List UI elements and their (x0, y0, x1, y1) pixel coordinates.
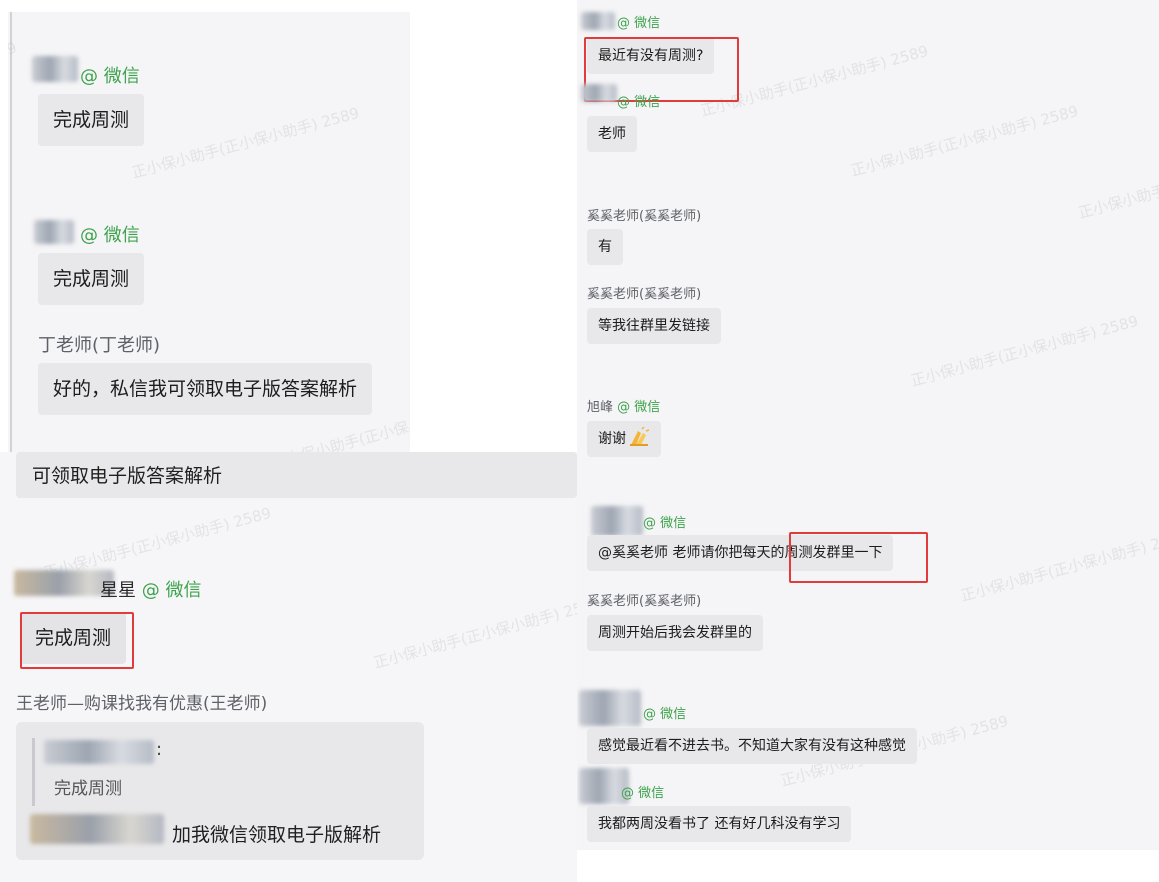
sender-name: @ 微信 (643, 512, 686, 531)
clapping-hands-icon (630, 426, 650, 446)
sender-name: @ 微信 (643, 703, 686, 722)
message-bubble: 感觉最近看不进去书。不知道大家有没有这种感觉 (587, 728, 917, 764)
sender-name: 旭峰 @ 微信 (587, 396, 660, 415)
sender-name: @ 微信 (80, 62, 140, 88)
avatar-redacted (34, 220, 74, 244)
message-text: 谢谢 (598, 431, 626, 447)
quote-rail (10, 12, 12, 452)
wechat-tag: @ 微信 (80, 225, 140, 246)
avatar-redacted (30, 814, 164, 844)
wechat-tag: @ 微信 (141, 580, 202, 601)
sender-name: 奚奚老师(奚奚老师) (587, 287, 702, 302)
quoted-message: 完成周测 (54, 779, 122, 799)
sender-name: 丁老师(丁老师) (38, 335, 161, 356)
avatar-redacted (44, 740, 154, 764)
reply-text: 加我微信领取电子版解析 (172, 824, 382, 846)
quoted-reply-text: 可领取电子版答案解析 (32, 465, 223, 487)
left-chat-panel-bottom: 可领取电子版答案解析 正小保小助手(正小保小助手) 2589 正小保小助手(正小… (0, 452, 577, 882)
reply-bubble: : 完成周测 加我微信领取电子版解析 (16, 722, 424, 860)
wechat-tag: @ 微信 (643, 516, 687, 531)
wechat-tag: @ 微信 (617, 400, 661, 415)
sender-name-visible: 旭峰 (587, 400, 614, 415)
sender-name: 奚奚老师(奚奚老师) (587, 594, 702, 609)
sender-name: @ 微信 (617, 91, 660, 110)
wechat-tag: @ 微信 (80, 66, 140, 87)
watermark: 正小保小助手(正小保小助手) 2589 (129, 103, 362, 183)
sender-name: @ 微信 (80, 221, 140, 247)
watermark: 正小保小助手(正小保小助手) 2589 (848, 101, 1081, 181)
avatar-redacted (32, 56, 78, 82)
highlight-box (789, 532, 928, 583)
avatar-redacted (591, 506, 643, 536)
sender-name: 王老师—购课找我有优惠(王老师) (16, 694, 268, 714)
highlight-box (20, 612, 134, 669)
wechat-tag: @ 微信 (643, 707, 687, 722)
wechat-tag: @ 微信 (617, 16, 661, 31)
avatar-redacted (581, 84, 617, 102)
quoted-reply-bar: 可领取电子版答案解析 (16, 452, 577, 498)
message-bubble: 谢谢 (587, 421, 661, 457)
avatar-redacted (579, 690, 641, 726)
message-bubble: 老师 (587, 116, 637, 152)
sender-name: @ 微信 (617, 12, 660, 31)
sender-name: 奚奚老师(奚奚老师) (587, 209, 702, 224)
right-chat-panel: 正小保小助手(正小保小助手) 2589 正小保小助手(正小保小助手) 2589 … (577, 0, 1159, 850)
message-bubble: 有 (587, 229, 623, 265)
watermark: 正小保小助手(正小保小助手) 2589 (371, 593, 577, 673)
message-bubble: 完成周测 (38, 94, 145, 146)
sender-name-visible: 星星 (100, 580, 136, 601)
message-bubble: 完成周测 (38, 253, 145, 305)
message-bubble: 好的，私信我可领取电子版答案解析 (38, 363, 373, 415)
quote-marker (32, 738, 35, 806)
watermark: 正小保小助手(正小保小助手) 2589 (958, 526, 1159, 606)
message-bubble: 等我往群里发链接 (587, 308, 721, 344)
wechat-tag: @ 微信 (621, 786, 665, 801)
avatar-redacted (581, 12, 615, 30)
sender-name: @ 微信 (621, 782, 664, 801)
message-bubble: 周测开始后我会发群里的 (587, 615, 763, 651)
watermark: 正小保小助手( (1076, 179, 1159, 223)
sender-name: 星星 @ 微信 (16, 576, 201, 602)
watermark: 正小保小助手(正小保小助手) 2589 (908, 311, 1141, 391)
wechat-tag: @ 微信 (617, 95, 661, 110)
left-chat-panel-top: 正小保小助手(正小保小助手) 2589 589 @ 微信 完成周测 @ 微信 完… (8, 12, 410, 452)
message-bubble: 我都两周没看书了 还有好几科没有学习 (587, 806, 852, 842)
quote-colon: : (156, 739, 163, 760)
